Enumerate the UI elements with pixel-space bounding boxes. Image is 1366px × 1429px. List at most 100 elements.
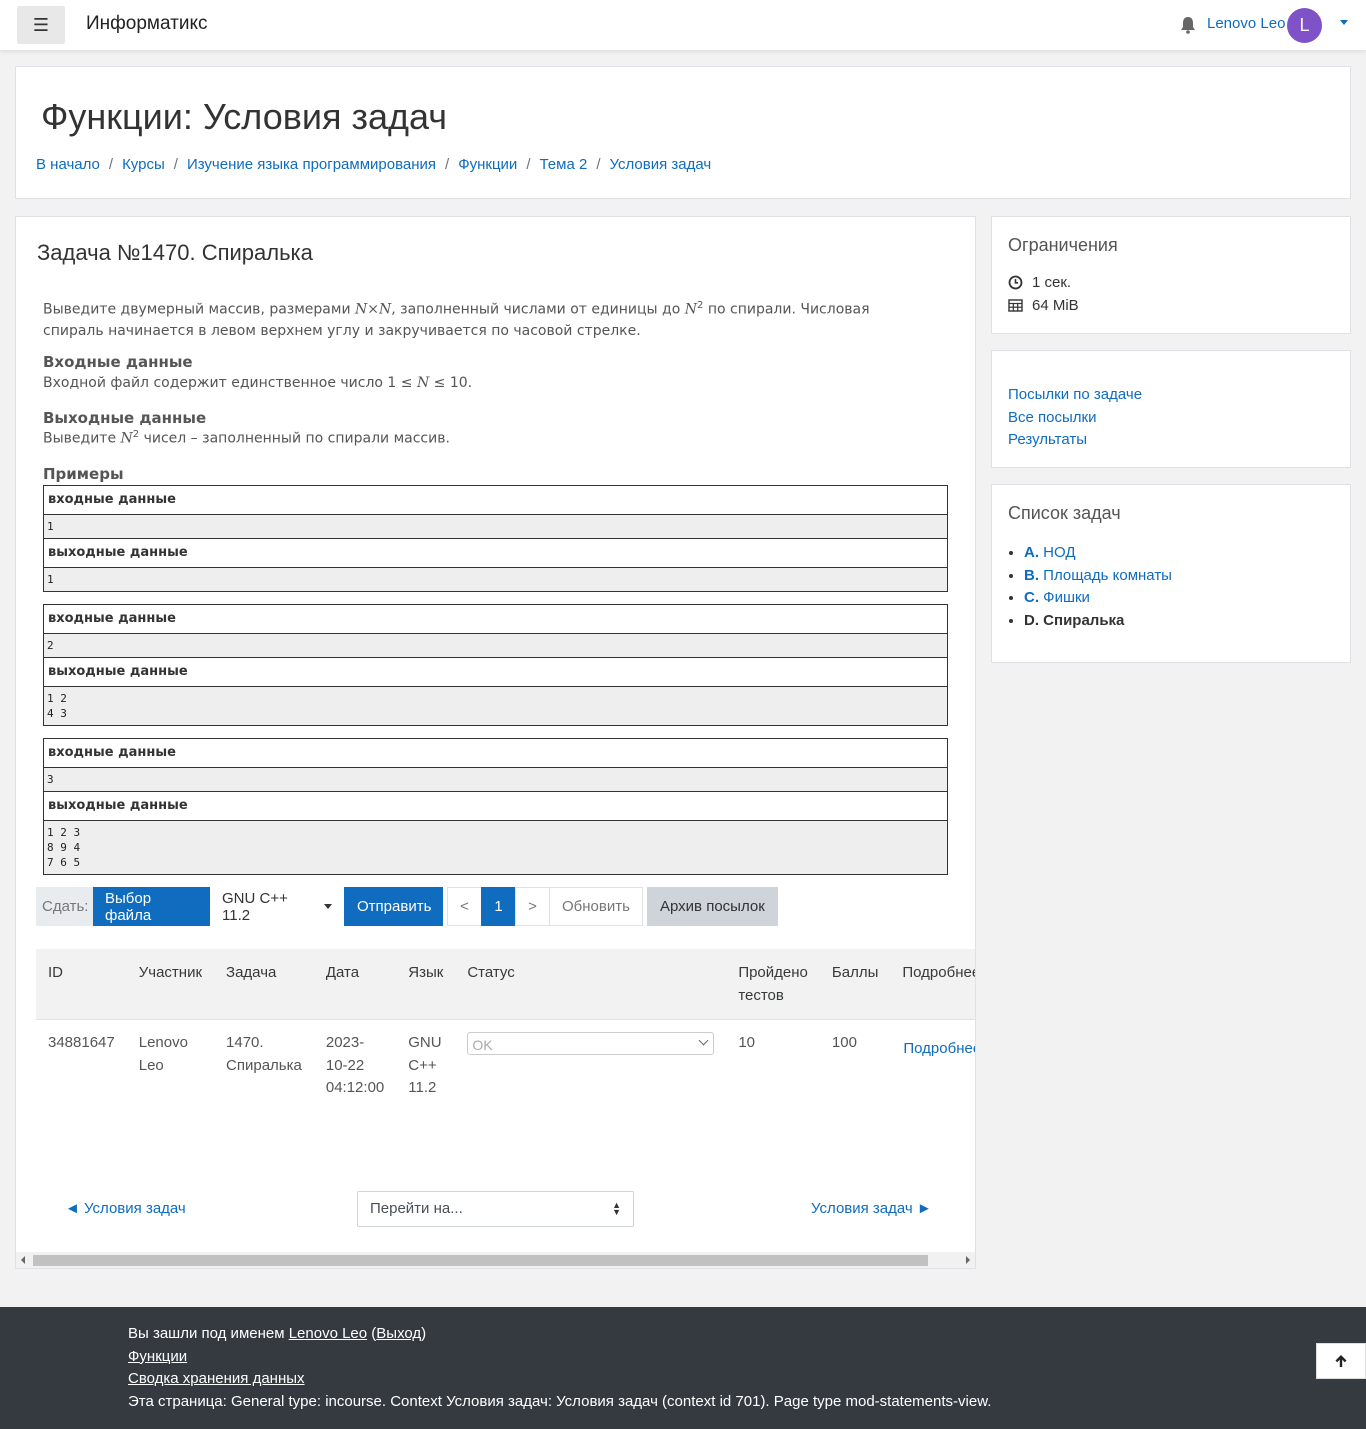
limits-block: Ограничения 1 сек. 64 MiB (991, 216, 1351, 334)
course-link[interactable]: Функции (128, 1348, 187, 1365)
archive-button[interactable]: Архив посылок (647, 887, 778, 926)
time-limit: 1 сек. (1008, 274, 1071, 291)
memory-limit-value: 64 MiB (1032, 297, 1079, 314)
scroll-right-icon[interactable] (966, 1256, 970, 1264)
breadcrumb: В начало / Курсы / Изучение языка програ… (36, 156, 711, 173)
cell-user-line: Lenovo (138, 1034, 188, 1051)
example-output-label: выходные данные (44, 658, 947, 687)
input-description: Входной файл содержит единственное число… (43, 375, 472, 391)
submission-links-block: Посылки по задаче Все посылки Результаты (991, 350, 1351, 468)
scroll-left-icon[interactable] (21, 1256, 25, 1264)
task-list-item[interactable]: A. НОД (1024, 542, 1172, 565)
jump-to-placeholder: Перейти на... (370, 1200, 463, 1217)
statement-math: N (684, 301, 697, 318)
task-letter: C. (1024, 589, 1039, 606)
menu-toggle-button[interactable]: ☰ (17, 6, 65, 44)
cell-tests: 10 (726, 1019, 820, 1170)
details-link[interactable]: Подробнее (903, 1040, 975, 1057)
task-list-title: Список задач (1008, 503, 1121, 523)
login-prefix: Вы зашли под именем (128, 1325, 289, 1342)
refresh-button[interactable]: Обновить (549, 887, 643, 926)
task-letter: A. (1024, 544, 1039, 561)
cell-date-line: 2023- (325, 1034, 365, 1051)
task-list-item[interactable]: C. Фишки (1024, 587, 1172, 610)
example-input-label: входные данные (44, 739, 947, 768)
language-value: GNU C++ 11.2 (222, 889, 288, 924)
task-link[interactable]: Фишки (1043, 589, 1090, 606)
input-text: ≤ 10. (429, 375, 473, 391)
send-button[interactable]: Отправить (344, 887, 443, 926)
breadcrumb-current[interactable]: Условия задач (609, 156, 711, 173)
horizontal-scrollbar[interactable] (16, 1252, 975, 1268)
choose-file-button[interactable]: Выбор файла (93, 887, 210, 926)
task-submissions-link[interactable]: Посылки по задаче (1008, 384, 1142, 407)
next-activity-link[interactable]: Условия задач ► (811, 1200, 932, 1217)
breadcrumb-separator: / (108, 156, 114, 173)
task-link[interactable]: Площадь комнаты (1043, 567, 1172, 584)
limits-title: Ограничения (1008, 235, 1118, 255)
status-select[interactable]: OK (467, 1032, 715, 1055)
example-input-label: входные данные (44, 486, 947, 515)
avatar[interactable]: L (1287, 8, 1322, 43)
cell-lang-line: 11.2 (408, 1079, 437, 1096)
chevron-down-icon[interactable] (1340, 20, 1348, 25)
output-text: Выведите (43, 430, 121, 447)
footer-info: Вы зашли под именем Lenovo Leo (Выход) Ф… (128, 1323, 991, 1413)
cell-lang: GNU C++ 11.2 (396, 1019, 456, 1170)
task-letter: D. (1024, 611, 1039, 629)
back-to-top-button[interactable] (1316, 1343, 1366, 1379)
breadcrumb-separator: / (445, 156, 450, 173)
example-output-value: 1 2 3 8 9 4 7 6 5 (44, 821, 947, 874)
bell-icon[interactable] (1180, 16, 1196, 34)
breadcrumb-separator: / (596, 156, 601, 173)
example-output-label: выходные данные (44, 539, 947, 568)
data-retention-link[interactable]: Сводка хранения данных (128, 1370, 305, 1387)
cell-date: 2023- 10-22 04:12:00 (313, 1019, 397, 1170)
language-dropdown[interactable]: GNU C++ 11.2 (210, 887, 344, 926)
breadcrumb-course[interactable]: Изучение языка программирования (187, 156, 436, 173)
example-input-value: 2 (44, 634, 947, 658)
cell-score: 100 (819, 1019, 891, 1170)
cell-user: Lenovo Leo (126, 1019, 215, 1170)
table-row: 34881647 Lenovo Leo 1470. Спиралька 2023- 1… (36, 1019, 975, 1170)
cell-date-line: 10-22 (325, 1056, 365, 1074)
logout-link[interactable]: Выход (376, 1325, 421, 1342)
page-prev-button[interactable]: < (447, 887, 482, 926)
arrow-up-icon (1335, 1355, 1347, 1367)
all-submissions-link[interactable]: Все посылки (1008, 407, 1142, 430)
scrollbar-thumb[interactable] (33, 1255, 928, 1266)
statement-text: , заполненный числами от единицы до (391, 301, 685, 318)
caret-down-icon (324, 904, 332, 909)
task-link[interactable]: НОД (1043, 544, 1075, 561)
breadcrumb-section[interactable]: Функции (458, 156, 517, 173)
problem-title: Задача №1470. Спиралька (37, 240, 313, 265)
page-1-button[interactable]: 1 (481, 887, 516, 926)
jump-to-select[interactable]: Перейти на... ▲ ▼ (357, 1191, 634, 1227)
page-next-button[interactable]: > (515, 887, 550, 926)
user-menu-name[interactable]: Lenovo Leo (1207, 15, 1285, 32)
task-list-item[interactable]: B. Площадь комнаты (1024, 565, 1172, 588)
example-output-label: выходные данные (44, 792, 947, 821)
site-brand[interactable]: Информатикс (86, 13, 207, 35)
paren-open: ( (367, 1325, 377, 1342)
prev-activity-link[interactable]: ◄ Условия задач (65, 1200, 186, 1217)
results-link[interactable]: Результаты (1008, 429, 1142, 452)
example-output-value: 1 2 4 3 (44, 687, 947, 725)
col-user: Участник (126, 949, 215, 1020)
status-value: OK (472, 1037, 493, 1053)
breadcrumb-topic[interactable]: Тема 2 (539, 156, 587, 173)
time-limit-value: 1 сек. (1032, 274, 1072, 291)
submit-label: Сдать: (36, 887, 93, 926)
cell-task-line: Спиралька (226, 1056, 302, 1074)
example-input-label: входные данные (44, 605, 947, 634)
breadcrumb-courses[interactable]: Курсы (122, 156, 165, 173)
profile-link[interactable]: Lenovo Leo (289, 1325, 367, 1342)
navbar: ☰ Информатикс Lenovo Leo L (0, 0, 1366, 50)
page-title: Функции: Условия задач (41, 96, 447, 137)
breadcrumb-home[interactable]: В начало (36, 156, 100, 173)
chevron-down-icon (698, 1035, 709, 1046)
task-current-name: Спиралька (1043, 611, 1125, 629)
examples-heading: Примеры (43, 465, 124, 483)
cell-date-line: 04:12:00 (325, 1079, 385, 1096)
updown-icon: ▲ ▼ (612, 1200, 621, 1217)
